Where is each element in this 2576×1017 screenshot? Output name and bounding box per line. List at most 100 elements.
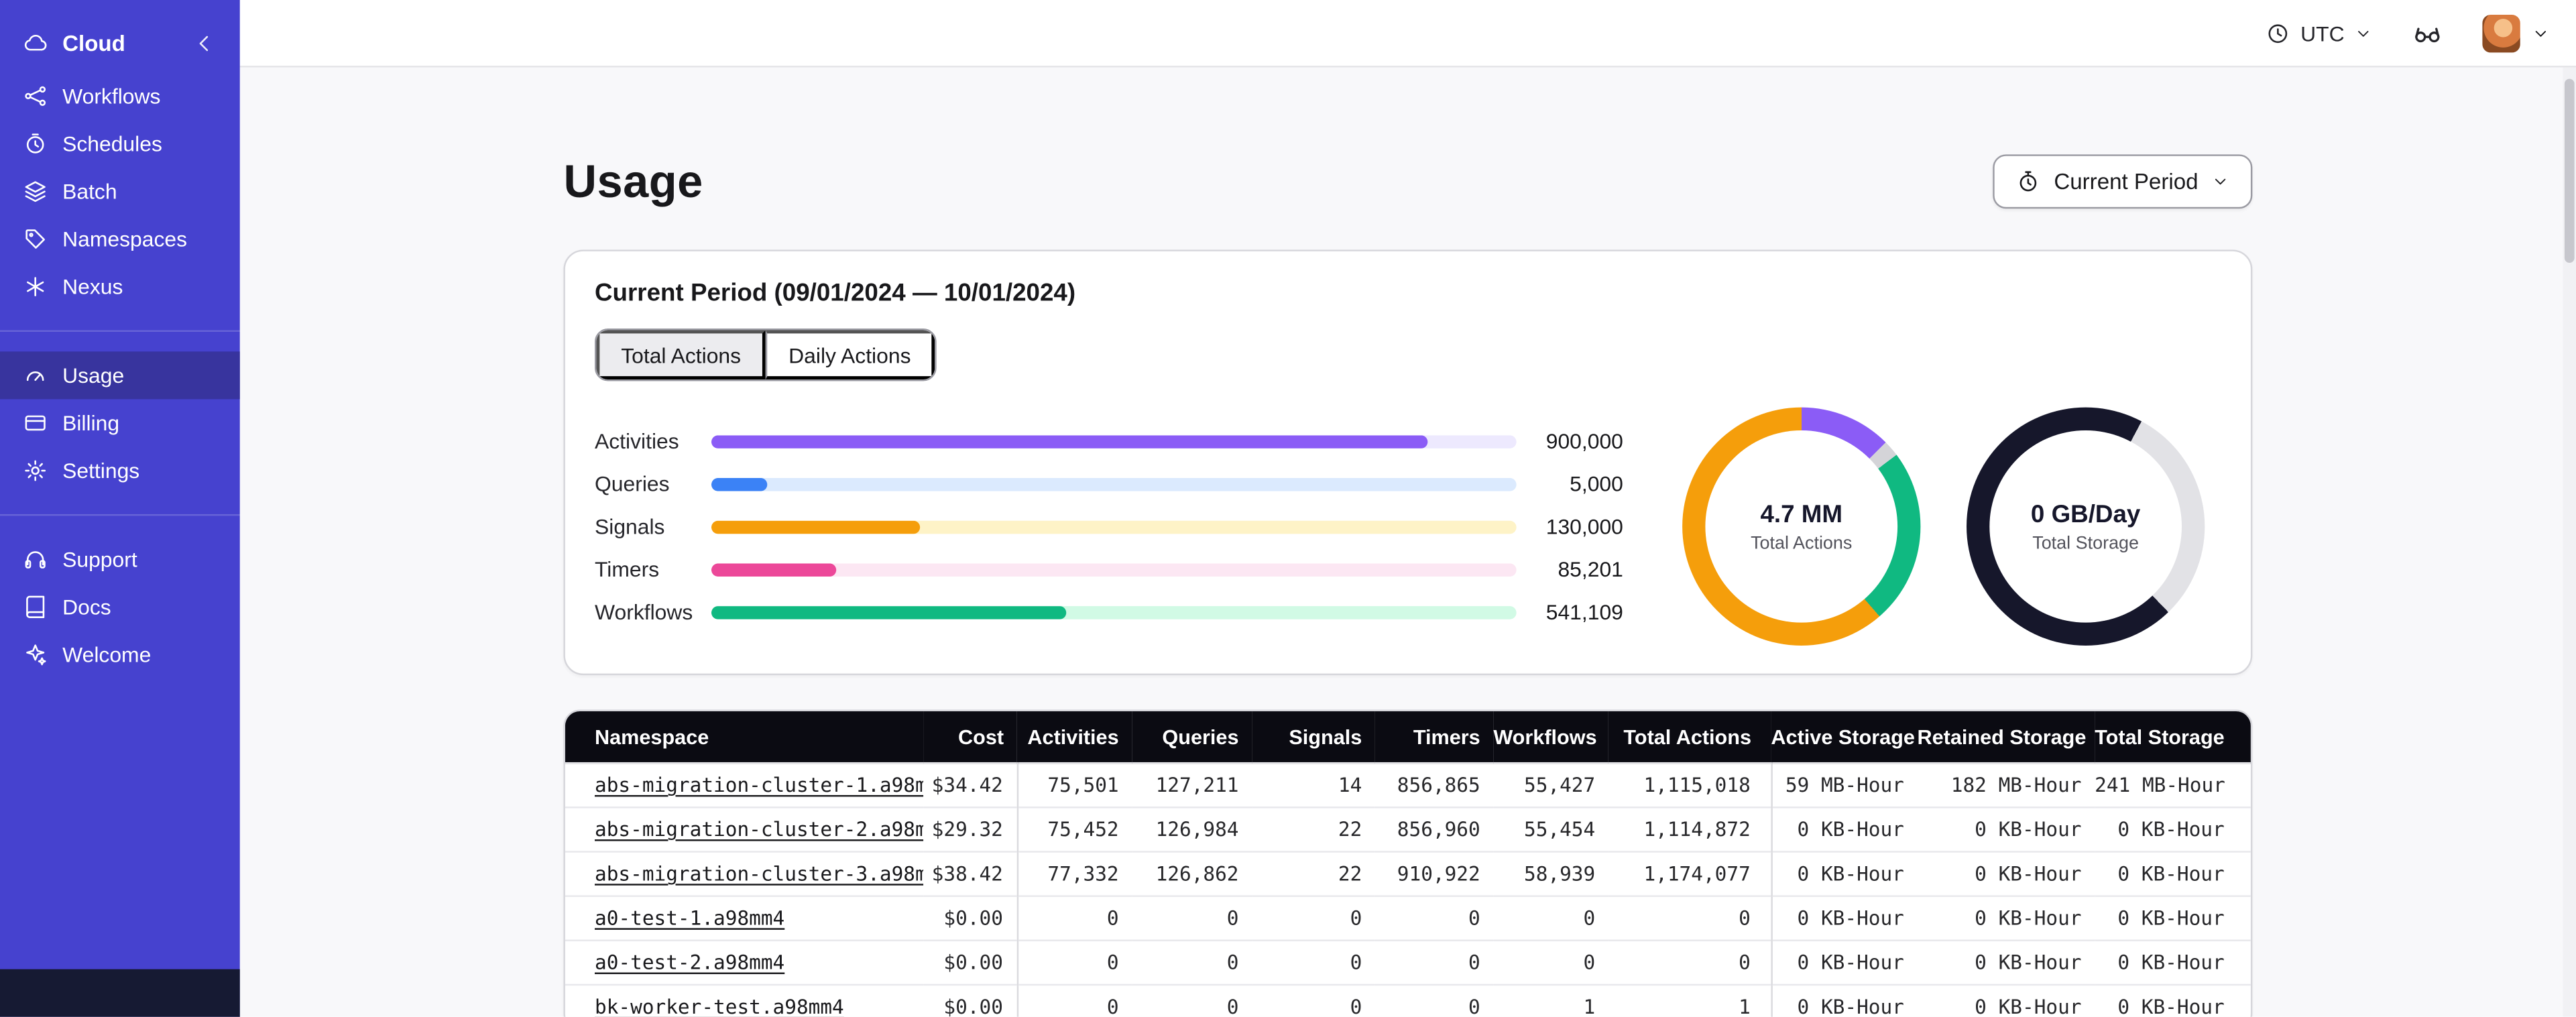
sidebar-item-label: Billing: [62, 410, 120, 436]
timezone-selector[interactable]: UTC: [2266, 20, 2373, 46]
tab-total-actions[interactable]: Total Actions: [596, 330, 766, 380]
sidebar-item-label: Settings: [62, 458, 140, 483]
bar-value: 900,000: [1545, 428, 1623, 454]
sidebar-item-support[interactable]: Support: [0, 536, 240, 583]
usage-summary-card: Current Period (09/01/2024 — 10/01/2024)…: [563, 249, 2253, 676]
bar-fill: [711, 605, 1066, 619]
sidebar-collapse-button[interactable]: [192, 30, 217, 55]
table-cell: 59 MB-Hour: [1770, 763, 1918, 808]
sidebar-item-billing[interactable]: Billing: [0, 399, 240, 446]
sidebar: Cloud Workflows Schedules Batch Namespac…: [0, 0, 240, 1017]
table-cell: 241 MB-Hour: [2095, 774, 2225, 797]
actions-view-toggle: Total Actions Daily Actions: [595, 328, 937, 381]
bar-fill: [711, 562, 837, 576]
table-cell: 14: [1338, 774, 1362, 797]
table-cell: 55,454: [1523, 818, 1596, 841]
namespace-cell: abs-migration-cluster-2.a98mm4: [565, 807, 923, 851]
sidebar-item-label: Schedules: [62, 131, 162, 156]
usage-bar-row: Timers 85,201: [595, 548, 1623, 591]
sidebar-item-usage[interactable]: Usage: [0, 351, 240, 400]
table-row: abs-migration-cluster-3.a98mm4 $38.42 77,3…: [565, 851, 2251, 896]
bar-label: Activities: [595, 428, 679, 454]
sidebar-item-nexus[interactable]: Nexus: [0, 263, 240, 310]
docs-icon: [23, 595, 48, 619]
table-cell: 0 KB-Hour: [1770, 984, 1918, 1017]
table-cell: 182 MB-Hour: [1950, 774, 2082, 797]
table-cell: 0 KB-Hour: [1975, 995, 2082, 1017]
table-header-row: Namespace Cost Activities Queries Signal…: [565, 711, 2251, 764]
namespace-link[interactable]: a0-test-2.a98mm4: [595, 951, 784, 974]
table-cell: 0: [1739, 951, 1751, 975]
page-title: Usage: [563, 155, 703, 206]
batch-icon: [23, 179, 48, 204]
support-icon: [23, 547, 48, 572]
sidebar-item-namespaces[interactable]: Namespaces: [0, 215, 240, 263]
table-cell: 0: [1583, 906, 1596, 930]
table-cell: 127,211: [1155, 774, 1239, 797]
table-cell: 0 KB-Hour: [1770, 940, 1918, 985]
table-row: abs-migration-cluster-2.a98mm4 $29.32 75,4…: [565, 807, 2251, 852]
namespace-link[interactable]: abs-migration-cluster-3.a98mm4: [595, 862, 923, 885]
table-cell: $29.32: [931, 818, 1003, 841]
table-cell: 0 KB-Hour: [2117, 906, 2225, 930]
bar-fill: [711, 434, 1428, 448]
sidebar-item-workflows[interactable]: Workflows: [0, 72, 240, 120]
col-retained-storage: Retained Storage: [1917, 711, 2095, 764]
table-cell: 0: [1016, 984, 1132, 1017]
table-cell: 58,939: [1523, 862, 1596, 886]
table-cell: $0.00: [943, 906, 1003, 930]
namespace-link[interactable]: abs-migration-cluster-1.a98mm4: [595, 774, 923, 796]
namespaces-icon: [23, 227, 48, 251]
table-cell: 75,501: [1016, 763, 1132, 808]
donut-hole: 0 GB/Day Total Storage: [1989, 430, 2182, 623]
sidebar-item-label: Welcome: [62, 642, 152, 667]
table-cell: $0.00: [943, 995, 1003, 1017]
namespace-usage-table-card: Namespace Cost Activities Queries Signal…: [563, 709, 2253, 1017]
sidebar-item-schedules[interactable]: Schedules: [0, 120, 240, 168]
table-cell: 0: [1468, 951, 1480, 975]
scrollbar-thumb[interactable]: [2564, 78, 2575, 263]
clock-icon: [2266, 21, 2291, 46]
table-cell: 22: [1338, 818, 1362, 841]
sidebar-footer: [0, 969, 240, 1017]
bar-value: 130,000: [1545, 514, 1623, 539]
sidebar-nav-account: Usage Billing Settings: [0, 351, 240, 494]
namespace-cell: a0-test-2.a98mm4: [565, 941, 923, 985]
table-cell: 0: [1226, 951, 1239, 975]
bar-value: 541,109: [1545, 599, 1623, 625]
namespace-link[interactable]: bk-worker-test.a98mm4: [595, 996, 844, 1017]
table-cell: 0: [1583, 951, 1596, 975]
table-cell: 0 KB-Hour: [1975, 906, 2082, 930]
bar-track: [711, 434, 1517, 448]
bar-label: Timers: [595, 556, 660, 582]
sidebar-item-label: Usage: [62, 363, 125, 388]
period-selector-button[interactable]: Current Period: [1993, 154, 2253, 209]
col-active-storage: Active Storage: [1771, 711, 1918, 764]
namespace-link[interactable]: a0-test-1.a98mm4: [595, 907, 784, 930]
table-row: a0-test-2.a98mm4 $0.00 0 0 0 0 0 0 0 KB-Hour 0 KB…: [565, 940, 2251, 985]
tab-daily-actions[interactable]: Daily Actions: [765, 330, 936, 380]
table-cell: 0 KB-Hour: [2117, 995, 2225, 1017]
table-row: bk-worker-test.a98mm4 $0.00 0 0 0 0 1 1 0 KB-Hou…: [565, 984, 2251, 1017]
bar-track: [711, 520, 1517, 534]
table-cell: $38.42: [931, 862, 1003, 886]
sidebar-item-welcome[interactable]: Welcome: [0, 631, 240, 678]
sidebar-item-label: Workflows: [62, 83, 161, 109]
donut-label: Total Actions: [1751, 533, 1853, 553]
namespace-link[interactable]: abs-migration-cluster-2.a98mm4: [595, 818, 923, 841]
glasses-icon[interactable]: [2412, 17, 2443, 49]
table-cell: $0.00: [943, 951, 1003, 975]
timezone-label: UTC: [2300, 20, 2345, 46]
usage-table-body: abs-migration-cluster-1.a98mm4 $34.42 75,5…: [565, 763, 2251, 1017]
table-cell: 910,922: [1397, 862, 1480, 886]
sidebar-item-batch[interactable]: Batch: [0, 168, 240, 215]
workflows-icon: [23, 84, 48, 109]
table-cell: 0 KB-Hour: [2117, 862, 2225, 886]
account-menu[interactable]: [2482, 13, 2549, 52]
table-cell: 77,332: [1016, 851, 1132, 896]
sidebar-item-docs[interactable]: Docs: [0, 583, 240, 631]
table-cell: 1,114,872: [1643, 818, 1751, 841]
brand-label: Cloud: [62, 30, 125, 56]
sidebar-item-settings[interactable]: Settings: [0, 446, 240, 494]
table-cell: 75,452: [1016, 807, 1132, 852]
